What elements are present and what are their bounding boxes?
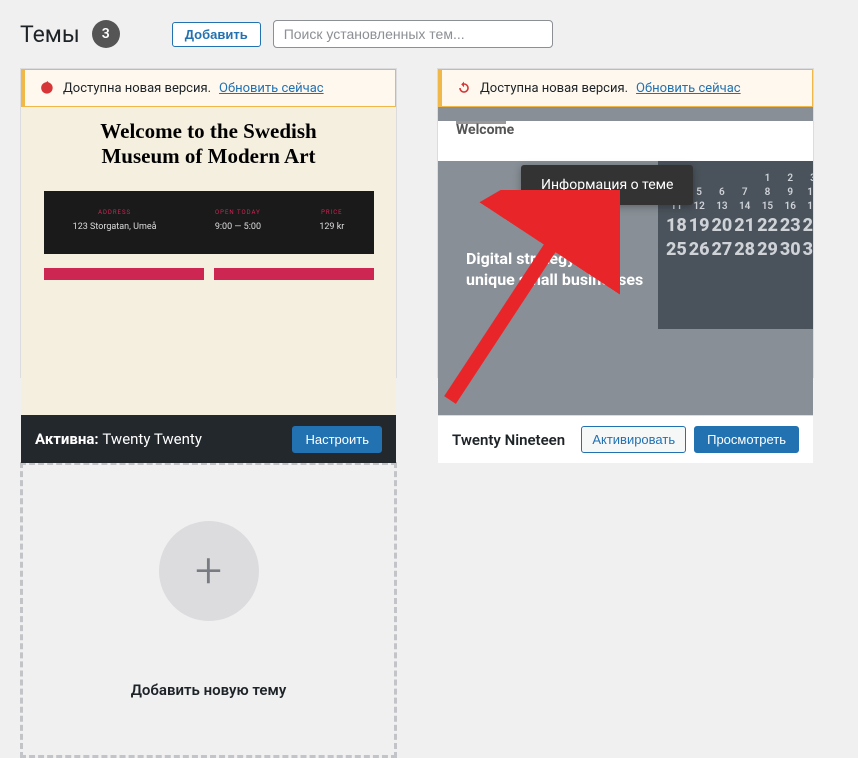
page-header: Темы 3 Добавить xyxy=(20,20,838,48)
search-input[interactable] xyxy=(273,20,553,48)
add-theme-label: Добавить новую тему xyxy=(131,681,287,699)
preview-header: Welcome xyxy=(438,121,813,161)
theme-preview: Welcome Digital strategy for unique smal… xyxy=(438,107,813,415)
theme-name: Twenty Nineteen xyxy=(452,431,565,449)
update-icon xyxy=(456,80,472,96)
preview-tagline: Digital strategy for unique small busine… xyxy=(466,249,643,291)
theme-preview: Welcome to the Swedish Museum of Modern … xyxy=(21,107,396,415)
activate-button[interactable]: Активировать xyxy=(581,426,686,453)
update-link[interactable]: Обновить сейчас xyxy=(636,81,741,96)
theme-info-tooltip[interactable]: Информация о теме xyxy=(521,165,693,205)
theme-footer: Активна: Twenty Twenty Настроить xyxy=(21,415,396,463)
update-notice: Доступна новая версия. Обновить сейчас xyxy=(438,69,813,107)
preview-info-bar: ADDRESS 123 Storgatan, Umeå OPEN TODAY 9… xyxy=(44,191,374,254)
update-icon xyxy=(39,80,55,96)
plus-circle: + xyxy=(159,521,259,621)
page-title: Темы xyxy=(20,21,80,48)
theme-actions: Активировать Просмотреть xyxy=(581,426,799,453)
theme-footer: Twenty Nineteen Активировать Просмотреть xyxy=(438,415,813,463)
theme-card-twenty-nineteen[interactable]: Доступна новая версия. Обновить сейчас W… xyxy=(437,68,814,378)
live-preview-button[interactable]: Просмотреть xyxy=(694,426,799,453)
preview-blocks xyxy=(44,268,374,280)
customize-button[interactable]: Настроить xyxy=(292,426,382,453)
update-text: Доступна новая версия. xyxy=(480,81,628,96)
add-new-theme-card[interactable]: + Добавить новую тему xyxy=(20,462,397,758)
theme-card-twenty-twenty[interactable]: Доступна новая версия. Обновить сейчас W… xyxy=(20,68,397,378)
update-text: Доступна новая версия. xyxy=(63,81,211,96)
theme-name: Активна: Twenty Twenty xyxy=(35,430,202,448)
preview-title: Welcome to the Swedish Museum of Modern … xyxy=(100,119,316,169)
plus-icon: + xyxy=(195,547,222,595)
theme-count-badge: 3 xyxy=(92,20,120,48)
update-link[interactable]: Обновить сейчас xyxy=(219,81,324,96)
update-notice: Доступна новая версия. Обновить сейчас xyxy=(21,69,396,107)
themes-grid: Доступна новая версия. Обновить сейчас W… xyxy=(20,68,838,758)
add-theme-button[interactable]: Добавить xyxy=(172,22,261,47)
